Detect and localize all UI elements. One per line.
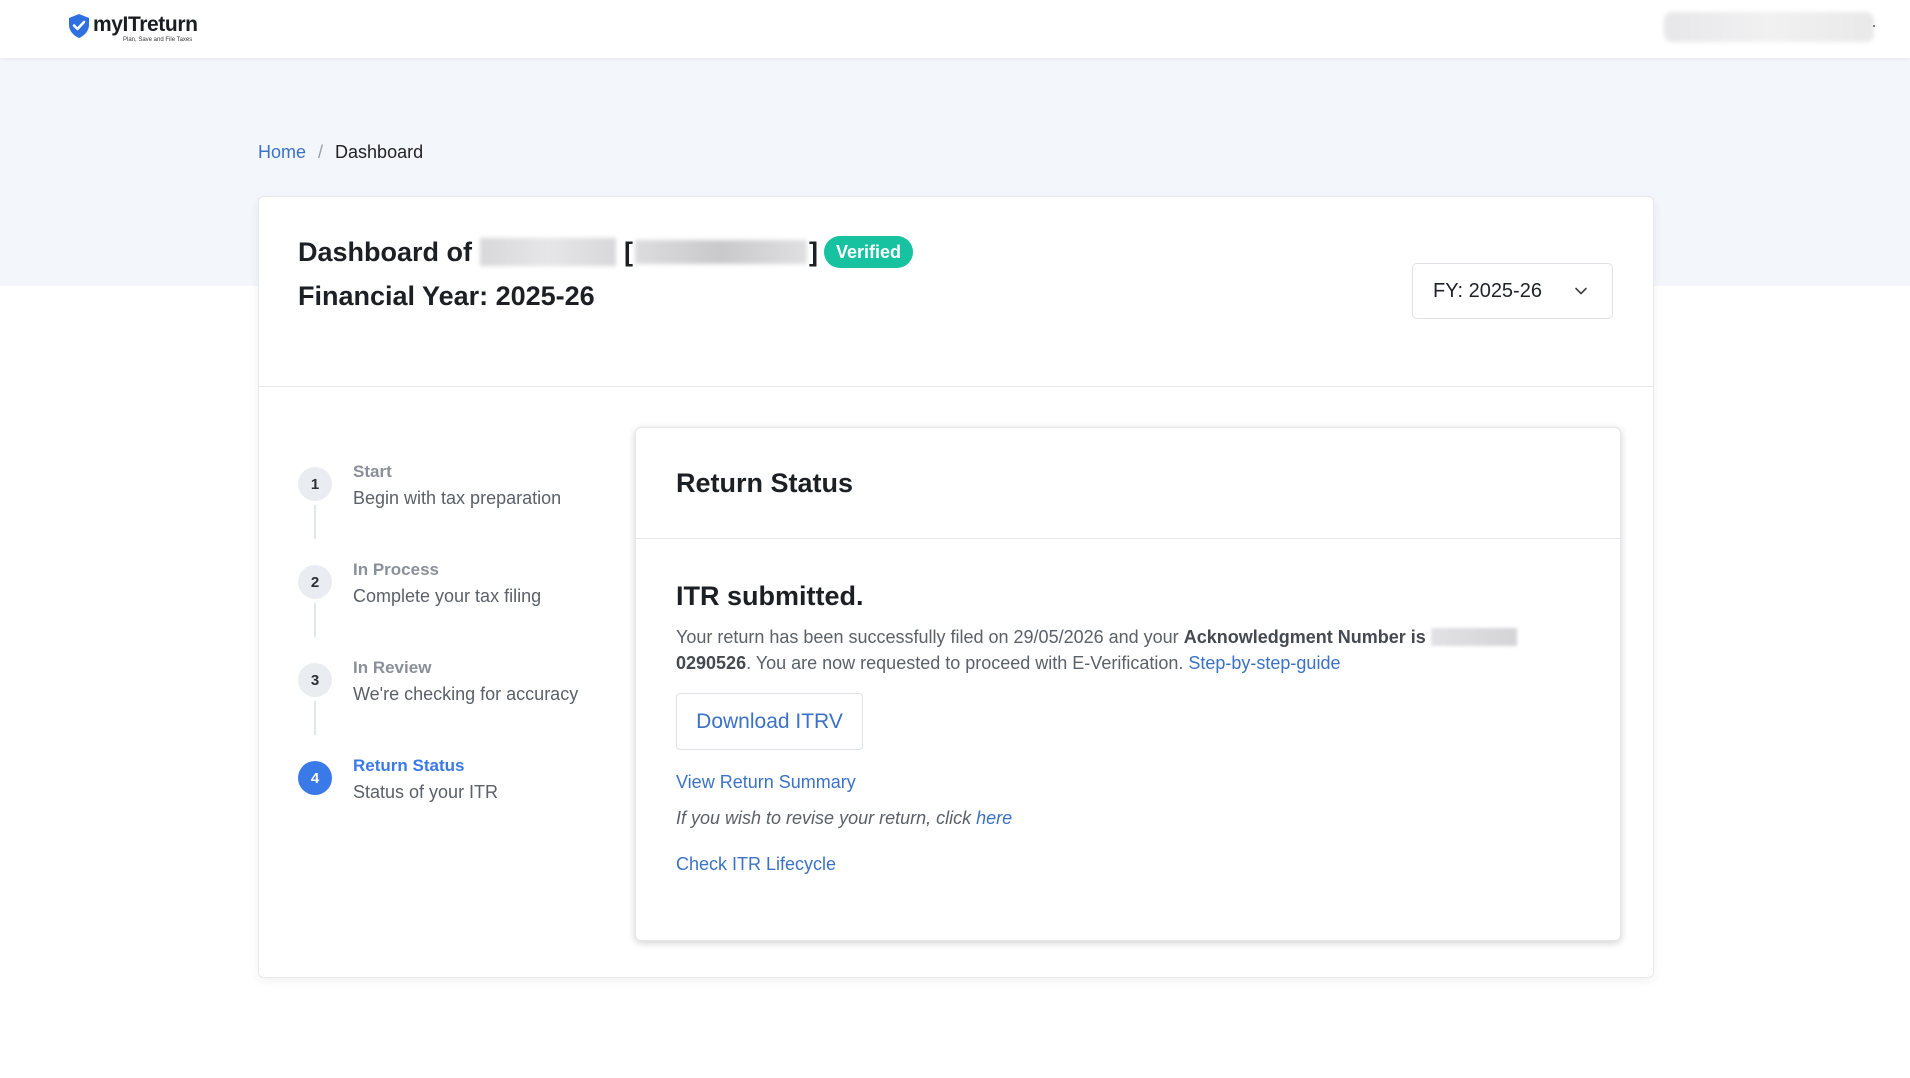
step-number: 2 xyxy=(298,565,332,599)
step-title: Return Status xyxy=(353,756,465,775)
view-return-summary-link[interactable]: View Return Summary xyxy=(676,772,856,793)
step-number: 4 xyxy=(298,761,332,795)
step-title: Start xyxy=(353,462,392,481)
dashboard-card: Dashboard of [ ] Verified Financial Year… xyxy=(258,196,1654,978)
itr-submitted-title: ITR submitted. xyxy=(676,581,864,611)
ack-number: 0290526 xyxy=(676,653,747,673)
verified-badge: Verified xyxy=(824,236,914,268)
step-subtitle: Status of your ITR xyxy=(353,782,499,802)
fy-dropdown[interactable]: FY: 2025-26 xyxy=(1412,263,1613,319)
redacted-ack-number xyxy=(1430,628,1517,646)
financial-year-heading: Financial Year: 2025-26 xyxy=(298,281,595,311)
step-number: 3 xyxy=(298,663,332,697)
breadcrumb-separator: / xyxy=(318,142,324,162)
step-subtitle: Complete your tax filing xyxy=(353,586,542,606)
step-in-review[interactable]: 3 In Review We're checking for accuracy xyxy=(298,658,618,735)
revise-here-link[interactable]: here xyxy=(976,808,1012,828)
redacted-user-name xyxy=(480,238,617,266)
check-itr-lifecycle-link[interactable]: Check ITR Lifecycle xyxy=(676,854,836,875)
dashboard-title: Dashboard of [ ] Verified xyxy=(298,236,914,268)
brand-tagline: Plan, Save and File Taxes xyxy=(123,37,193,43)
step-by-step-guide-link[interactable]: Step-by-step-guide xyxy=(1188,653,1340,673)
itr-message-text: Your return has been successfully filed … xyxy=(676,627,1179,647)
redacted-pan xyxy=(635,240,808,264)
user-account-menu[interactable] xyxy=(1664,12,1874,42)
revise-return-text: If you wish to revise your return, click… xyxy=(676,808,1012,829)
step-subtitle: Begin with tax preparation xyxy=(353,488,562,508)
step-number: 1 xyxy=(298,467,332,501)
top-header: myITreturn Plan, Save and File Taxes xyxy=(0,0,1910,58)
step-connector xyxy=(314,505,316,539)
breadcrumb: Home / Dashboard xyxy=(258,142,423,163)
brand-logo[interactable]: myITreturn Plan, Save and File Taxes xyxy=(67,13,198,44)
breadcrumb-current: Dashboard xyxy=(335,142,424,162)
step-title: In Review xyxy=(353,658,432,677)
breadcrumb-home-link[interactable]: Home xyxy=(258,142,306,163)
step-connector xyxy=(314,603,316,637)
step-start[interactable]: 1 Start Begin with tax preparation xyxy=(298,462,618,539)
brand-text: myITreturn Plan, Save and File Taxes xyxy=(93,13,198,44)
menu-dot xyxy=(1873,25,1875,27)
step-subtitle: We're checking for accuracy xyxy=(353,684,579,704)
dashboard-header: Dashboard of [ ] Verified Financial Year… xyxy=(259,197,1653,387)
ack-label: Acknowledgment Number is xyxy=(1183,627,1426,647)
revise-text: If you wish to revise your return, click xyxy=(676,808,972,828)
fy-dropdown-value: FY: 2025-26 xyxy=(1433,279,1542,302)
step-return-status[interactable]: 4 Return Status Status of your ITR xyxy=(298,756,618,821)
return-status-panel: Return Status ITR submitted. Your return… xyxy=(635,427,1621,941)
dashboard-title-prefix: Dashboard of xyxy=(298,236,473,267)
brand-name: myITreturn xyxy=(93,13,198,36)
itr-message: Your return has been successfully filed … xyxy=(676,624,1576,676)
step-title: In Process xyxy=(353,560,439,579)
shield-check-icon xyxy=(69,14,89,38)
step-connector xyxy=(314,701,316,735)
itr-message-text-2: . You are now requested to proceed with … xyxy=(746,653,1184,673)
return-status-header: Return Status xyxy=(636,428,1620,539)
bracket-close: ] xyxy=(809,236,819,267)
download-itrv-button[interactable]: Download ITRV xyxy=(676,693,863,750)
chevron-down-icon xyxy=(1575,287,1587,295)
step-in-process[interactable]: 2 In Process Complete your tax filing xyxy=(298,560,618,637)
bracket-open: [ xyxy=(624,236,634,267)
return-status-heading: Return Status xyxy=(676,468,854,498)
